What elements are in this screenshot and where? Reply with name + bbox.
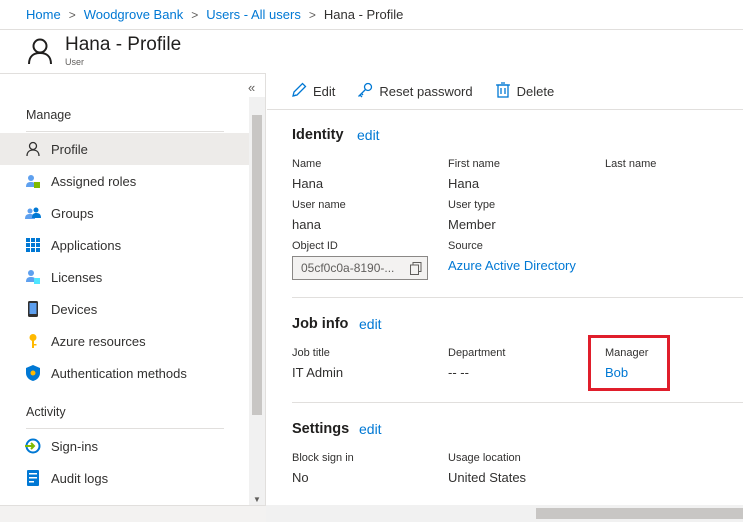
settings-heading: Settings (292, 421, 350, 437)
sidebar-item-label: Azure resources (51, 333, 146, 349)
page-header: Hana - Profile User (0, 31, 743, 73)
reset-password-label: Reset password (379, 84, 473, 99)
sidebar-item-label: Profile (51, 141, 88, 157)
sidebar-item-label: Sign-ins (51, 438, 98, 454)
manager-highlight-box (588, 335, 670, 391)
usage-location-label: Usage location (448, 452, 521, 464)
scroll-down-icon[interactable]: ▼ (253, 495, 261, 504)
sidebar: « Manage Profile Assigned roles Groups A… (0, 73, 266, 506)
sidebar-item-label: Applications (51, 237, 122, 253)
reset-password-button[interactable]: Reset password (357, 82, 473, 101)
audit-log-icon (25, 470, 41, 486)
source-label: Source (448, 240, 483, 252)
name-value: Hana (292, 176, 324, 191)
key-icon (25, 333, 41, 349)
page-title: Hana - Profile (65, 34, 182, 55)
user-icon (26, 37, 54, 65)
job-title-label: Job title (292, 347, 330, 359)
sidebar-item-label: Licenses (51, 269, 103, 285)
breadcrumb: Home > Woodgrove Bank > Users - All user… (0, 0, 743, 30)
edit-label: Edit (313, 84, 336, 99)
settings-edit-link[interactable]: edit (359, 421, 382, 437)
collapse-sidebar-button[interactable]: « (248, 80, 255, 95)
delete-label: Delete (516, 84, 555, 99)
sidebar-item-label: Groups (51, 205, 94, 221)
sidebar-item-assigned-roles[interactable]: Assigned roles (0, 165, 249, 197)
breadcrumb-tenant[interactable]: Woodgrove Bank (84, 7, 184, 22)
sidebar-scrollbar[interactable]: ▼ (249, 97, 265, 506)
scrollbar-thumb[interactable] (536, 508, 743, 519)
command-bar: Edit Reset password Delete (267, 74, 743, 110)
breadcrumb-separator: > (191, 7, 199, 22)
sidebar-item-label: Authentication methods (51, 365, 187, 381)
sidebar-item-groups[interactable]: Groups (0, 197, 249, 229)
block-sign-in-label: Block sign in (292, 452, 354, 464)
breadcrumb-all-users[interactable]: Users - All users (206, 7, 301, 22)
divider (292, 297, 743, 298)
sidebar-footer (0, 505, 266, 522)
divider (26, 131, 224, 132)
sidebar-item-licenses[interactable]: Licenses (0, 261, 249, 293)
sidebar-item-authentication-methods[interactable]: Authentication methods (0, 357, 249, 389)
usage-location-value: United States (448, 470, 527, 485)
divider (292, 402, 743, 403)
breadcrumb-separator: > (68, 7, 76, 22)
job-info-edit-link[interactable]: edit (359, 316, 382, 332)
first-name-value: Hana (448, 176, 480, 191)
person-icon (25, 141, 41, 157)
edit-button[interactable]: Edit (291, 82, 335, 101)
manage-heading: Manage (26, 108, 72, 122)
job-title-value: IT Admin (292, 365, 344, 380)
horizontal-scrollbar[interactable] (266, 505, 743, 522)
sidebar-item-applications[interactable]: Applications (0, 229, 249, 261)
identity-edit-link[interactable]: edit (357, 127, 380, 143)
breadcrumb-separator: > (308, 7, 316, 22)
roles-icon (25, 173, 41, 189)
job-info-heading: Job info (292, 316, 349, 332)
breadcrumb-current: Hana - Profile (323, 7, 404, 22)
key-icon (357, 82, 379, 101)
name-label: Name (292, 158, 322, 170)
groups-icon (25, 205, 41, 221)
device-icon (25, 301, 41, 317)
object-id-field[interactable]: 05cf0c0a-8190-... (292, 256, 428, 280)
sidebar-item-audit-logs[interactable]: Audit logs (0, 462, 249, 494)
sidebar-item-devices[interactable]: Devices (0, 293, 249, 325)
sidebar-item-sign-ins[interactable]: Sign-ins (0, 430, 249, 462)
scrollbar-thumb[interactable] (252, 115, 262, 415)
sign-in-icon (25, 438, 41, 454)
last-name-label: Last name (605, 158, 657, 170)
department-label: Department (448, 347, 506, 359)
licenses-icon (25, 269, 41, 285)
user-type-value: Member (448, 217, 496, 232)
activity-heading: Activity (26, 405, 66, 419)
sidebar-item-azure-resources[interactable]: Azure resources (0, 325, 249, 357)
source-link[interactable]: Azure Active Directory (448, 258, 576, 273)
copy-icon[interactable] (410, 262, 422, 278)
shield-icon (25, 365, 41, 381)
delete-button[interactable]: Delete (495, 82, 555, 101)
trash-icon (495, 82, 517, 101)
apps-grid-icon (25, 237, 41, 253)
profile-content: Identity edit Name Hana First name Hana … (267, 111, 743, 505)
breadcrumb-home[interactable]: Home (26, 7, 61, 22)
user-name-label: User name (292, 199, 346, 211)
object-id-label: Object ID (292, 240, 338, 252)
identity-heading: Identity (292, 127, 344, 143)
divider (26, 428, 224, 429)
first-name-label: First name (448, 158, 500, 170)
sidebar-item-label: Devices (51, 301, 98, 317)
user-name-value: hana (292, 217, 321, 232)
object-id-value: 05cf0c0a-8190-... (301, 261, 395, 275)
user-type-label: User type (448, 199, 496, 211)
block-sign-in-value: No (292, 470, 309, 485)
sidebar-item-label: Assigned roles (51, 173, 137, 189)
department-value: -- -- (448, 365, 469, 380)
pencil-icon (291, 82, 313, 101)
sidebar-item-profile[interactable]: Profile (0, 133, 249, 165)
page-subtitle: User (65, 57, 85, 67)
sidebar-item-label: Audit logs (51, 470, 109, 486)
